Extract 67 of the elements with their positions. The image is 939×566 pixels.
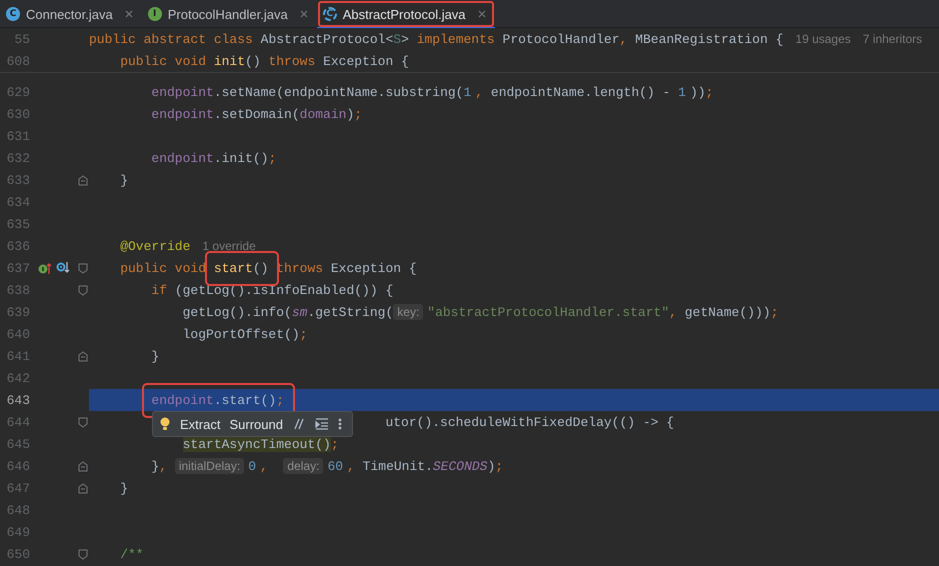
code-line: getLog().info(sm.getString( key: "abstractProtocolHandler.start", getName())); xyxy=(182,304,778,320)
code-line: utor().scheduleWithFixedDelay(() -> { xyxy=(385,414,674,430)
line-number: 633 xyxy=(6,172,31,188)
line-number: 643 xyxy=(6,392,31,408)
abstract-icon: C xyxy=(322,7,337,21)
overridden-marker-icon[interactable] xyxy=(56,261,70,275)
file-tab[interactable]: C Connector.java xyxy=(0,0,142,28)
line-number: 644 xyxy=(6,414,31,430)
code-line: startAsyncTimeout(); xyxy=(182,436,339,452)
line-number: 642 xyxy=(6,370,31,386)
line-number: 639 xyxy=(6,304,31,320)
code-line: endpoint.setName(endpointName.substring(1 , endpointName.length() - 1 )); xyxy=(151,84,714,100)
line-number: 608 xyxy=(6,54,31,68)
code-line: /** xyxy=(120,546,144,562)
code-line: public abstract class AbstractProtocol<S> implements ProtocolHandler, MBeanRegistration { xyxy=(89,32,784,46)
code-line: public void init() throws Exception { xyxy=(120,54,409,68)
close-icon[interactable] xyxy=(478,10,486,18)
line-number: 647 xyxy=(6,480,31,496)
code-line: endpoint.setDomain(domain); xyxy=(151,106,362,122)
line-number: 641 xyxy=(6,348,31,364)
line-number: 648 xyxy=(6,502,31,518)
line-number: 637 xyxy=(6,260,31,276)
lightbulb-icon[interactable] xyxy=(159,417,171,431)
action-button[interactable]: Extract xyxy=(180,416,220,432)
fold-icon[interactable] xyxy=(78,174,88,186)
line-number: 634 xyxy=(6,194,31,210)
action-button[interactable]: Surround xyxy=(229,416,283,432)
line-number: 631 xyxy=(6,128,31,144)
code-line: } xyxy=(151,348,160,364)
close-icon[interactable] xyxy=(300,10,308,18)
line-number: 630 xyxy=(6,106,31,122)
file-tab[interactable]: C AbstractProtocol.java xyxy=(316,0,495,28)
close-icon[interactable] xyxy=(124,10,133,18)
code-line: }, initialDelay: 0 , delay: 60 , TimeUnit.SECONDS); xyxy=(151,458,504,474)
line-number: 635 xyxy=(6,216,31,232)
fold-icon[interactable] xyxy=(78,482,88,494)
class-icon: C xyxy=(6,7,20,21)
interface-icon: I xyxy=(148,7,162,21)
line-number: 650 xyxy=(6,546,31,562)
comment-icon[interactable] xyxy=(292,417,306,431)
fold-icon[interactable] xyxy=(78,416,88,428)
line-number: 640 xyxy=(6,326,31,342)
fold-icon[interactable] xyxy=(78,284,88,296)
code-line: public void start() throws Exception { xyxy=(120,260,417,276)
code-line: logPortOffset(); xyxy=(182,326,308,342)
fold-icon[interactable] xyxy=(78,350,88,362)
line-number: 629 xyxy=(6,84,31,100)
line-number: 649 xyxy=(6,524,31,540)
more-icon[interactable] xyxy=(338,417,342,431)
code-line: } xyxy=(120,480,128,496)
code-line: if (getLog().isInfoEnabled()) { xyxy=(151,282,394,298)
code-line: } xyxy=(120,172,128,188)
fold-icon[interactable] xyxy=(78,548,88,560)
line-number: 638 xyxy=(6,282,31,298)
code-line: endpoint.start(); xyxy=(151,392,284,408)
reformat-icon[interactable] xyxy=(314,417,329,431)
line-number: 646 xyxy=(6,458,31,474)
code-line: endpoint.init(); xyxy=(151,150,276,166)
fold-icon[interactable] xyxy=(78,460,88,472)
implements-marker-icon[interactable] xyxy=(38,261,52,275)
fold-icon[interactable] xyxy=(78,262,88,274)
line-number: 636 xyxy=(6,238,31,254)
line-number: 645 xyxy=(6,436,31,452)
line-number: 632 xyxy=(6,150,31,166)
code-line: @Override xyxy=(120,238,190,254)
file-tab[interactable]: I ProtocolHandler.java xyxy=(142,0,317,28)
line-number: 55 xyxy=(13,32,31,46)
